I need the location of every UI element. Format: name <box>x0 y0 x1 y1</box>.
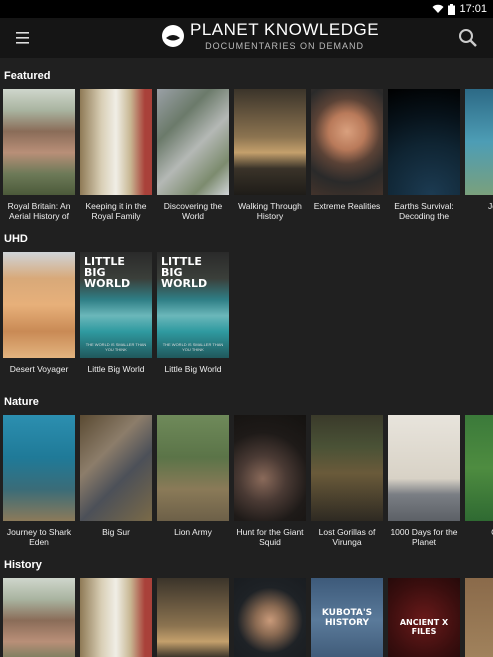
thumbnail <box>465 578 493 657</box>
card-little-big-world-1[interactable]: LITTLE BIG WORLD THE WORLD IS SMALLER TH… <box>80 252 152 386</box>
card-title: Discovering the World <box>163 201 223 221</box>
section-title-uhd: UHD <box>4 233 28 245</box>
poster-subtitle: THE WORLD IS SMALLER THAN YOU THINK <box>162 342 224 352</box>
card-title: Extreme Realities <box>313 201 381 211</box>
card-kubotas-history[interactable]: KUBOTA'S HISTORY <box>311 578 383 657</box>
thumbnail <box>3 578 75 657</box>
card-journey-partial[interactable]: Journe <box>465 89 493 223</box>
card-lion-army[interactable]: Lion Army <box>157 415 229 549</box>
card-ancient-x-files[interactable]: ANCIENT X FILES <box>388 578 460 657</box>
card-title: Lion Army <box>174 527 212 537</box>
card-title: Little Big World <box>164 364 222 374</box>
card-1000-days[interactable]: 1000 Days for the Planet <box>388 415 460 549</box>
card-extreme-realities[interactable]: Extreme Realities <box>311 89 383 223</box>
poster-title: LITTLE BIG WORLD <box>161 255 208 290</box>
card-lost-gorillas[interactable]: Lost Gorillas of Virunga <box>311 415 383 549</box>
thumbnail <box>234 578 306 657</box>
card-history-1[interactable] <box>3 578 75 657</box>
history-row: KUBOTA'S HISTORY ANCIENT X FILES <box>3 578 493 657</box>
card-giant-squid[interactable]: Hunt for the Giant Squid <box>234 415 306 549</box>
thumbnail <box>311 89 383 195</box>
card-big-sur[interactable]: Big Sur <box>80 415 152 549</box>
wifi-icon <box>432 4 444 13</box>
poster-title: LITTLE BIG WORLD <box>84 255 131 290</box>
card-title: 1000 Days for the Planet <box>390 527 458 547</box>
card-title: Little Big World <box>87 364 145 374</box>
planet-logo-icon <box>162 25 184 47</box>
poster-title: KUBOTA'S HISTORY <box>321 608 373 628</box>
thumbnail <box>311 415 383 521</box>
thumbnail: LITTLE BIG WORLD THE WORLD IS SMALLER TH… <box>80 252 152 358</box>
section-title-history: History <box>4 559 42 571</box>
card-history-7[interactable] <box>465 578 493 657</box>
thumbnail <box>3 415 75 521</box>
card-keeping-it-royal[interactable]: Keeping it in the Royal Family <box>80 89 152 223</box>
thumbnail: ANCIENT X FILES <box>388 578 460 657</box>
thumbnail <box>234 89 306 195</box>
card-title: Cruci <box>465 527 493 549</box>
thumbnail <box>80 89 152 195</box>
thumbnail: KUBOTA'S HISTORY <box>311 578 383 657</box>
card-desert-voyager[interactable]: Desert Voyager <box>3 252 75 386</box>
card-title: Journe <box>488 201 493 211</box>
card-history-2[interactable] <box>80 578 152 657</box>
card-earths-survival[interactable]: Earths Survival: Decoding the Scien... <box>388 89 460 223</box>
card-royal-britain[interactable]: Royal Britain: An Aerial History of the.… <box>3 89 75 223</box>
poster-title: ANCIENT X FILES <box>399 618 449 636</box>
thumbnail <box>465 415 493 521</box>
section-title-featured: Featured <box>4 70 51 82</box>
card-title: Desert Voyager <box>9 364 69 374</box>
featured-row: Royal Britain: An Aerial History of the.… <box>3 89 493 239</box>
thumbnail <box>157 415 229 521</box>
search-icon <box>459 29 477 47</box>
app-bar: PLANET KNOWLEDGE DOCUMENTARIES ON DEMAND <box>0 18 493 58</box>
search-button[interactable] <box>457 27 479 49</box>
card-title: Big Sur <box>102 527 130 537</box>
thumbnail <box>234 415 306 521</box>
card-journey-shark-eden[interactable]: Journey to Shark Eden <box>3 415 75 549</box>
card-history-4[interactable] <box>234 578 306 657</box>
card-walking-history[interactable]: Walking Through History <box>234 89 306 223</box>
thumbnail <box>388 89 460 195</box>
app-title: PLANET KNOWLEDGE <box>190 20 380 39</box>
card-cruci-partial[interactable]: Cruci <box>465 415 493 549</box>
thumbnail <box>157 578 229 657</box>
thumbnail: LITTLE BIG WORLD THE WORLD IS SMALLER TH… <box>157 252 229 358</box>
hamburger-icon <box>16 32 29 44</box>
status-bar: 17:01 <box>0 0 493 18</box>
thumbnail <box>3 252 75 358</box>
status-time: 17:01 <box>459 3 487 15</box>
card-title: Royal Britain: An Aerial History of the.… <box>7 201 71 223</box>
card-title: Earths Survival: Decoding the Scien... <box>394 201 454 223</box>
card-history-3[interactable] <box>157 578 229 657</box>
card-discovering-world[interactable]: Discovering the World <box>157 89 229 223</box>
uhd-row: Desert Voyager LITTLE BIG WORLD THE WORL… <box>3 252 493 402</box>
app-subtitle: DOCUMENTARIES ON DEMAND <box>205 41 364 51</box>
thumbnail <box>388 415 460 521</box>
card-title: Journey to Shark Eden <box>6 527 72 547</box>
card-little-big-world-2[interactable]: LITTLE BIG WORLD THE WORLD IS SMALLER TH… <box>157 252 229 386</box>
card-title: Walking Through History <box>238 201 302 221</box>
card-title: Hunt for the Giant Squid <box>236 527 304 547</box>
poster-subtitle: THE WORLD IS SMALLER THAN YOU THINK <box>85 342 147 352</box>
thumbnail <box>3 89 75 195</box>
card-title: Lost Gorillas of Virunga <box>318 527 376 547</box>
thumbnail <box>80 415 152 521</box>
menu-button[interactable] <box>14 29 34 47</box>
app-logo: PLANET KNOWLEDGE DOCUMENTARIES ON DEMAND <box>160 20 379 52</box>
thumbnail <box>80 578 152 657</box>
battery-icon <box>448 3 456 15</box>
nature-row: Journey to Shark Eden Big Sur Lion Army … <box>3 415 493 565</box>
card-title: Keeping it in the Royal Family <box>85 201 147 221</box>
thumbnail <box>157 89 229 195</box>
thumbnail <box>465 89 493 195</box>
section-title-nature: Nature <box>4 396 39 408</box>
